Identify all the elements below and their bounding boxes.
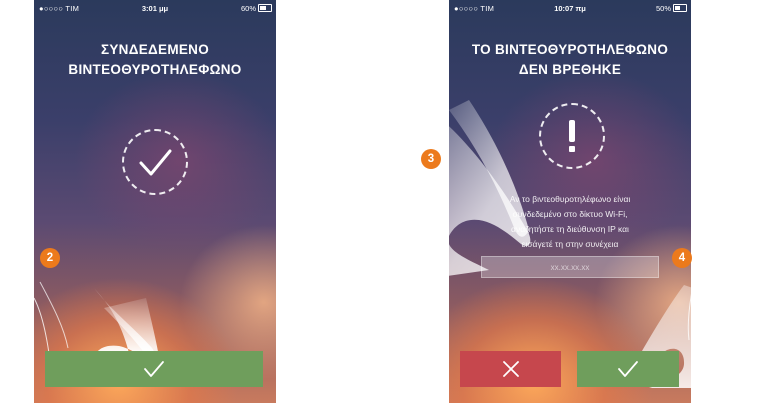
phone-screen-not-found: ●○○○○ TIM 10:07 πμ 50% ΤΟ ΒΙΝΤΕΟΘΥΡΟΤΗΛΕ… [449, 0, 691, 403]
status-bar: ●○○○○ TIM 3:01 μμ 60% [34, 0, 276, 16]
confirm-button[interactable] [45, 351, 263, 387]
cancel-button[interactable] [460, 351, 561, 387]
pointing-hand-illustration [449, 100, 531, 276]
check-icon [618, 361, 638, 377]
status-bar: ●○○○○ TIM 10:07 πμ 50% [449, 0, 691, 16]
callout-badge-2: 2 [40, 248, 60, 268]
title-line-2: ΒΙΝΤΕΟΘΥΡΟΤΗΛΕΦΩΝΟ [68, 62, 242, 77]
title-line-1: ΤΟ ΒΙΝΤΕΟΘΥΡΟΤΗΛΕΦΩΝΟ [471, 42, 669, 57]
clock: 3:01 μμ [141, 4, 169, 13]
page-title: ΤΟ ΒΙΝΤΕΟΘΥΡΟΤΗΛΕΦΩΝΟ ΔΕΝ ΒΡΕΘΗΚΕ [449, 40, 691, 80]
check-icon [144, 361, 164, 377]
title-line-1: ΣΥΝΔΕΔΕΜΕΝΟ [100, 42, 210, 57]
confirm-button[interactable] [577, 351, 679, 387]
battery-icon [258, 4, 272, 12]
close-icon [502, 361, 519, 377]
battery-icon [673, 4, 687, 12]
page-title: ΣΥΝΔΕΔΕΜΕΝΟ ΒΙΝΤΕΟΘΥΡΟΤΗΛΕΦΩΝΟ [34, 40, 276, 80]
phone-screen-connected: ●○○○○ TIM 3:01 μμ 60% ΣΥΝΔΕΔΕΜΕΝΟ ΒΙΝΤΕΟ… [34, 0, 276, 403]
battery-percent: 50% [655, 4, 671, 13]
success-check-icon [122, 129, 188, 195]
clock: 10:07 πμ [554, 4, 586, 13]
callout-badge-3: 3 [421, 149, 441, 169]
title-line-2: ΔΕΝ ΒΡΕΘΗΚΕ [518, 62, 622, 77]
callout-badge-4: 4 [672, 248, 692, 268]
battery-percent: 60% [240, 4, 256, 13]
